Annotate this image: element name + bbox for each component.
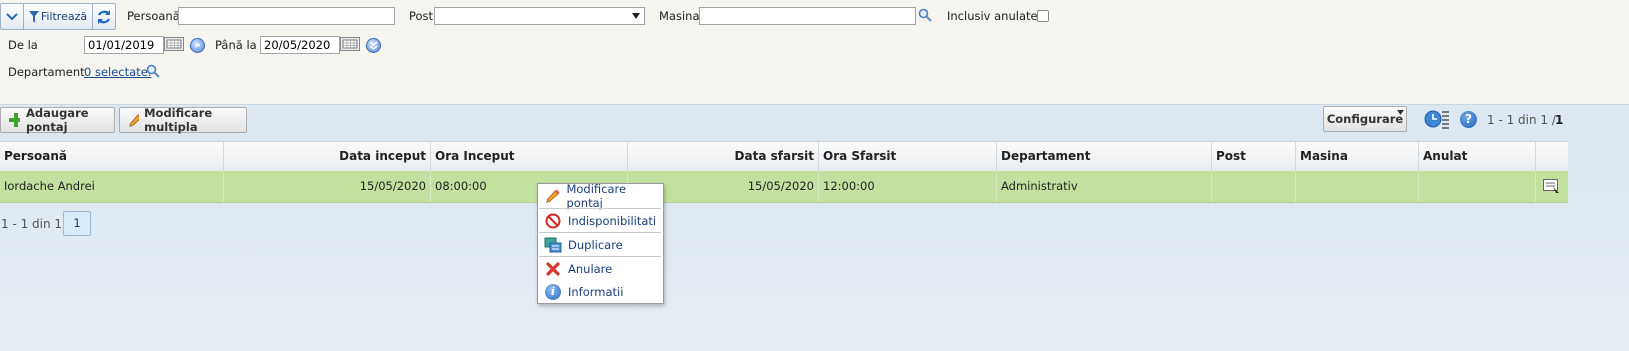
column-header-person[interactable]: Persoană (0, 142, 224, 171)
menu-item-unavailability[interactable]: Indisponibilitati (538, 209, 661, 232)
car-input[interactable] (699, 7, 916, 25)
configure-button[interactable]: Configurare (1323, 106, 1407, 132)
chevron-down-icon (6, 12, 18, 20)
page-button-1[interactable]: 1 (63, 211, 91, 236)
double-chevron-down-icon (369, 41, 378, 50)
post-label: Post (409, 9, 434, 23)
menu-item-cancel-label: Anulare (568, 261, 613, 276)
column-header-start-time[interactable]: Ora Inceput (431, 142, 628, 171)
filter-button-group: Filtrează (0, 3, 116, 30)
to-date-label: Până la (215, 38, 257, 52)
menu-item-edit-label: Modificare pontaj (566, 181, 627, 210)
cell-start-date: 15/05/2020 (224, 171, 431, 202)
pagination-summary: 1 - 1 din 1 (1, 217, 63, 231)
table-header: Persoană Data inceput Ora Inceput Data s… (0, 141, 1568, 172)
person-label: Persoană (127, 9, 180, 23)
search-icon[interactable] (146, 64, 160, 78)
column-header-end-date[interactable]: Data sfarsit (628, 142, 819, 171)
info-icon: i (545, 283, 561, 300)
menu-item-info[interactable]: i Informatii (538, 280, 661, 303)
search-icon[interactable] (918, 8, 932, 22)
pager-total: 1 (1555, 113, 1564, 127)
close-icon (546, 261, 560, 276)
column-header-actions (1536, 142, 1568, 171)
expand-period-button[interactable] (366, 38, 381, 53)
cell-actions (1536, 171, 1568, 202)
plus-icon (9, 113, 20, 127)
include-cancelled-label: Inclusiv anulate (947, 9, 1038, 23)
pencil-icon (129, 113, 140, 127)
add-timesheet-label: Adaugare pontaj (26, 106, 89, 134)
from-date-label: De la (8, 38, 38, 52)
include-cancelled-checkbox[interactable] (1037, 10, 1049, 22)
expand-filters-button[interactable] (1, 4, 24, 29)
clock-list-icon[interactable] (1424, 109, 1450, 129)
menu-item-edit[interactable]: Modificare pontaj (538, 181, 661, 210)
cell-person: Iordache Andrei (0, 171, 224, 202)
column-header-post[interactable]: Post (1212, 142, 1296, 171)
from-date-input[interactable] (84, 36, 164, 54)
pencil-icon (546, 189, 560, 203)
funnel-icon (28, 10, 39, 23)
pager-summary: 1 - 1 din 1 / (1487, 113, 1556, 127)
cell-car (1296, 171, 1419, 202)
person-input[interactable] (178, 7, 395, 25)
cell-post (1212, 171, 1296, 202)
add-timesheet-button[interactable]: Adaugare pontaj (0, 106, 115, 134)
next-period-button[interactable]: » (190, 38, 205, 53)
menu-item-info-label: Informatii (568, 284, 624, 299)
calendar-icon[interactable] (164, 37, 184, 51)
calendar-icon[interactable] (340, 37, 360, 51)
cell-end-time: 12:00:00 (819, 171, 997, 202)
dropdown-arrow-icon (1397, 110, 1404, 115)
context-menu: Modificare pontaj Indisponibilitati Dupl… (537, 181, 664, 304)
help-icon[interactable]: ? (1460, 111, 1477, 128)
filter-button-label: Filtrează (40, 10, 88, 23)
department-selection-link[interactable]: 0 selectate. (84, 65, 151, 79)
filter-button[interactable]: Filtrează (24, 4, 93, 29)
refresh-icon (98, 9, 110, 24)
column-header-car[interactable]: Masina (1296, 142, 1419, 171)
column-header-start-date[interactable]: Data inceput (224, 142, 431, 171)
column-header-department[interactable]: Departament (997, 142, 1212, 171)
cell-cancelled (1419, 171, 1536, 202)
dropdown-arrow-icon (632, 13, 640, 19)
refresh-button[interactable] (93, 4, 115, 29)
department-label: Departament (8, 65, 85, 79)
car-label: Masina (659, 9, 700, 23)
menu-item-duplicate-label: Duplicare (568, 237, 623, 252)
multiple-edit-button[interactable]: Modificare multipla (119, 106, 247, 134)
menu-item-unavailability-label: Indisponibilitati (568, 213, 657, 228)
table-row[interactable]: Iordache Andrei 15/05/2020 08:00:00 15/0… (0, 171, 1568, 203)
to-date-input[interactable] (260, 36, 340, 54)
configure-label: Configurare (1326, 112, 1404, 126)
column-header-cancelled[interactable]: Anulat (1419, 142, 1536, 171)
menu-item-duplicate[interactable]: Duplicare (538, 233, 661, 256)
no-entry-icon (545, 213, 561, 228)
post-select[interactable] (434, 7, 645, 25)
row-menu-icon[interactable] (1543, 179, 1560, 194)
column-header-end-time[interactable]: Ora Sfarsit (819, 142, 997, 171)
duplicate-icon (544, 237, 562, 252)
multiple-edit-label: Modificare multipla (144, 106, 213, 134)
cell-department: Administrativ (997, 171, 1212, 202)
menu-item-cancel[interactable]: Anulare (538, 257, 661, 280)
